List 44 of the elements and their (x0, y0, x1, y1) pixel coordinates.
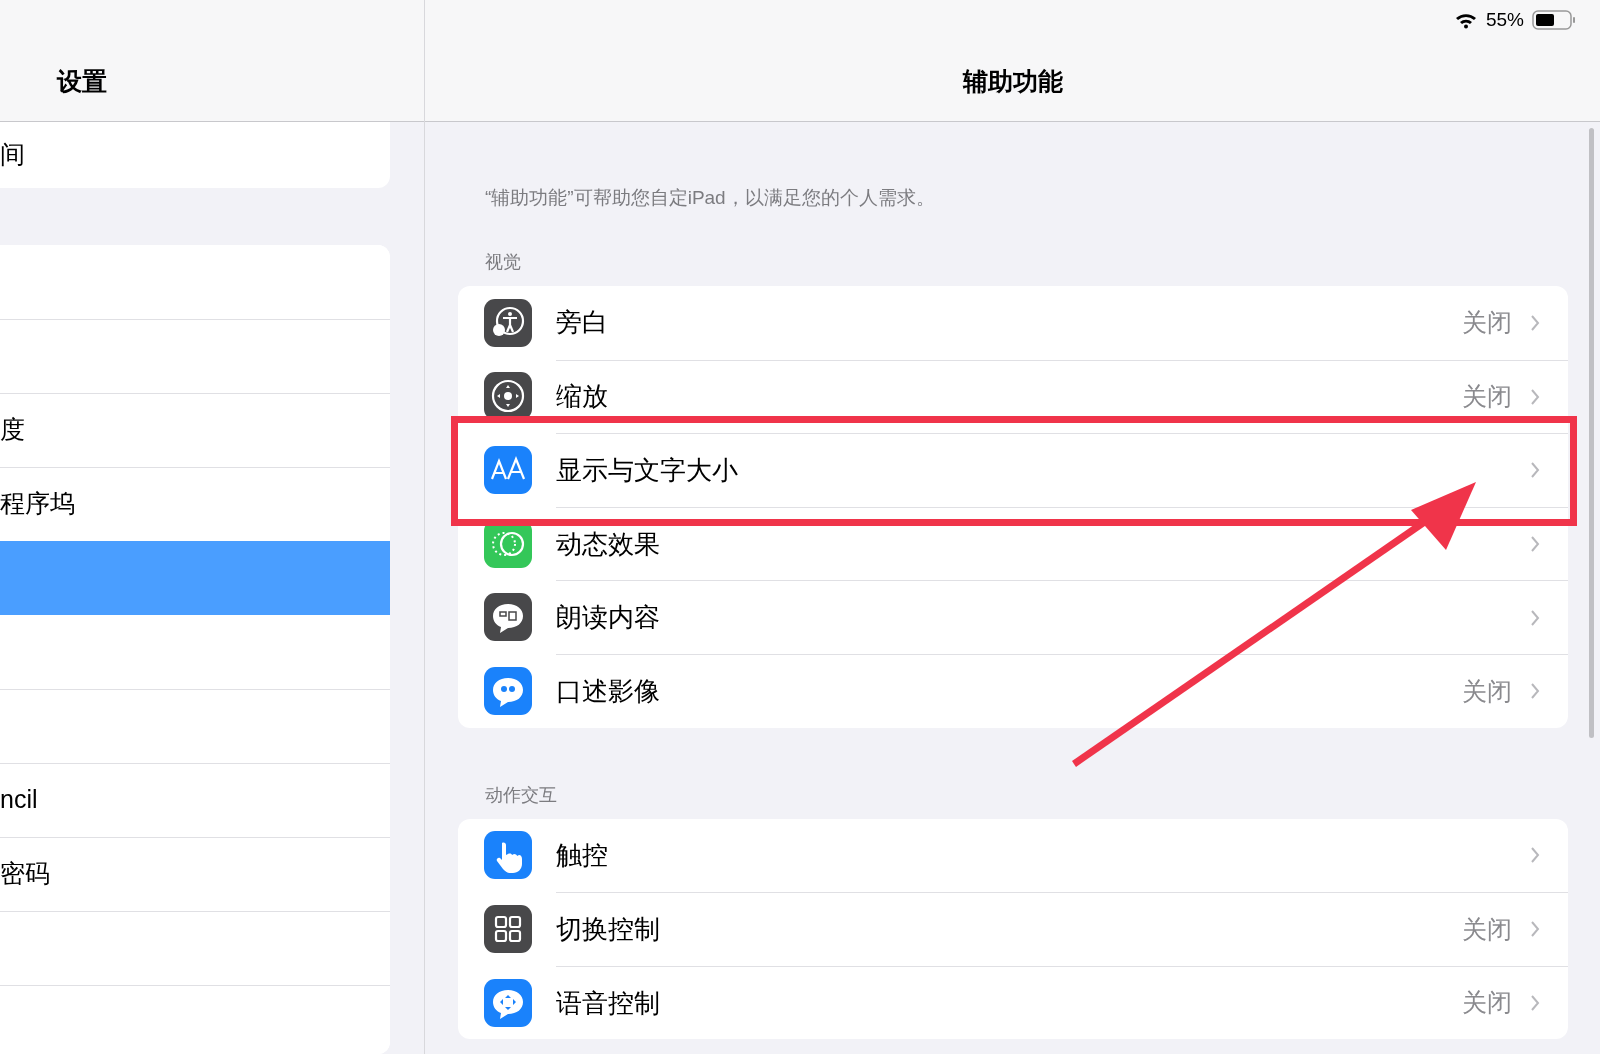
description-text: “辅助功能”可帮助您自定iPad，以满足您的个人需求。 (484, 186, 936, 210)
section-header: 动作交互 (484, 783, 558, 807)
page-title: 辅助功能 (962, 65, 1063, 97)
settings-row[interactable]: 旁白 关闭 (458, 286, 1568, 360)
battery-icon (1532, 10, 1576, 30)
setting-label: 缩放 (556, 380, 609, 414)
settings-row[interactable]: 口述影像 关闭 (458, 653, 1568, 728)
speech-bubble-icon (484, 593, 532, 642)
setting-label: 显示与文字大小 (556, 454, 739, 487)
setting-value: 关闭 (1462, 307, 1512, 339)
chevron-icon (1530, 682, 1540, 701)
chevron-icon (1530, 920, 1540, 939)
setting-label: 旁白 (556, 306, 609, 340)
letters-icon (484, 446, 532, 494)
settings-row[interactable]: 朗读内容 (458, 580, 1568, 654)
settings-row[interactable]: 切换控制 关闭 (458, 892, 1568, 966)
setting-value: 关闭 (1462, 987, 1512, 1019)
hand-pointer-icon (484, 831, 532, 880)
section-header: 视觉 (484, 251, 522, 274)
chevron-icon (1530, 846, 1540, 865)
setting-label: 切换控制 (556, 912, 661, 946)
quote-bubble-icon (484, 666, 532, 715)
setting-label: 触控 (556, 838, 609, 872)
bubble-arrows-icon (484, 978, 532, 1027)
setting-label: 动态效果 (556, 527, 661, 561)
chevron-icon (1530, 535, 1540, 554)
settings-row[interactable]: 触控 (458, 818, 1568, 893)
setting-value: 关闭 (1462, 675, 1512, 707)
battery-percentage: 55% (1485, 7, 1524, 32)
setting-label: 朗读内容 (556, 601, 661, 635)
chevron-icon (1530, 313, 1540, 332)
chevron-icon (1530, 994, 1540, 1013)
setting-label: 语音控制 (556, 986, 661, 1020)
sidebar-title: 设置 (57, 66, 107, 97)
grid-icon (484, 904, 532, 953)
setting-label: 口述影像 (556, 674, 661, 708)
setting-value: 关闭 (1462, 913, 1512, 945)
setting-value: 关闭 (1462, 381, 1512, 413)
accessibility-person-icon (484, 298, 532, 347)
chevron-icon (1530, 387, 1540, 406)
sidebar-item[interactable] (0, 540, 390, 615)
settings-row[interactable]: 语音控制 关闭 (458, 965, 1568, 1040)
chevron-icon (1530, 461, 1540, 480)
chevron-icon (1530, 608, 1540, 627)
